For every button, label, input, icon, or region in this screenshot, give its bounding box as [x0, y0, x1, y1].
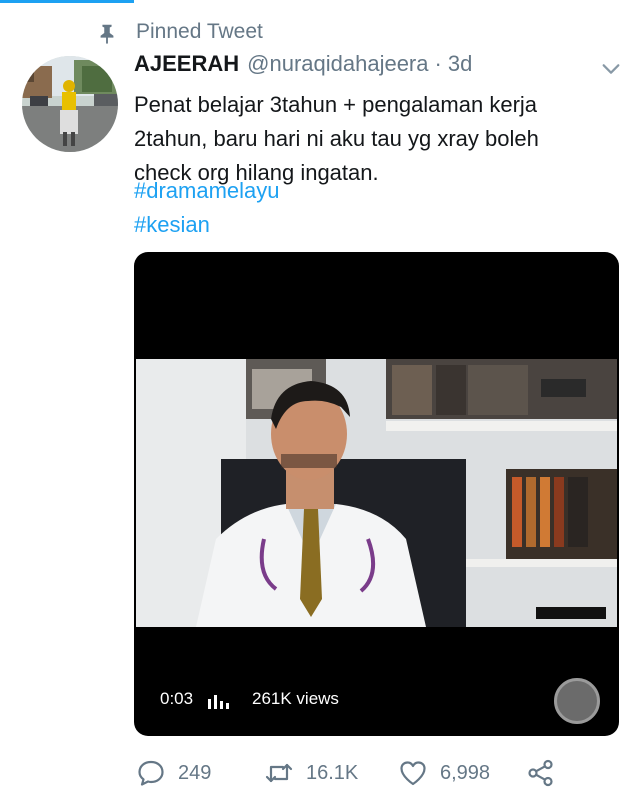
hashtag-link[interactable]: #dramamelayu [134, 178, 280, 204]
reply-count: 249 [178, 761, 212, 784]
display-name[interactable]: AJEERAH [134, 51, 239, 77]
tab-indicator [0, 0, 134, 3]
tweet-time[interactable]: 3d [448, 51, 472, 77]
like-count: 6,998 [440, 761, 491, 784]
share-button[interactable] [526, 755, 556, 791]
separator: · [434, 51, 442, 76]
hashtag-link[interactable]: #kesian [134, 212, 210, 238]
bars-icon [208, 695, 229, 709]
retweet-button[interactable]: 16.1K [264, 755, 358, 791]
user-handle[interactable]: @nuraqidahajeera [247, 51, 428, 77]
video-time: 0:03 [160, 689, 194, 708]
share-icon [528, 759, 553, 787]
chevron-down-icon[interactable] [600, 58, 622, 80]
play-button[interactable] [554, 678, 600, 724]
tweet-line: 2tahun, baru hari ni aku tau yg xray bol… [134, 126, 539, 151]
tweet-actions: 249 16.1K 6,998 [134, 755, 614, 791]
heart-icon [400, 761, 426, 786]
retweet-count: 16.1K [306, 761, 359, 784]
video-player[interactable]: 0:03 261K views [134, 252, 619, 736]
reply-button[interactable]: 249 [136, 755, 211, 791]
avatar[interactable] [22, 56, 118, 152]
tweet-header: AJEERAH @nuraqidahajeera · 3d [134, 51, 610, 81]
view-count: 261K views [252, 689, 339, 708]
pin-icon [100, 24, 114, 44]
tweet-line: Penat belajar 3tahun + pengalaman kerja [134, 92, 538, 117]
retweet-icon [265, 763, 293, 783]
reply-icon [138, 760, 164, 786]
video-frame [136, 359, 617, 627]
like-button[interactable]: 6,998 [398, 755, 490, 791]
pinned-label: Pinned Tweet [136, 20, 263, 43]
tweet-text: Penat belajar 3tahun + pengalaman kerja … [134, 88, 614, 190]
